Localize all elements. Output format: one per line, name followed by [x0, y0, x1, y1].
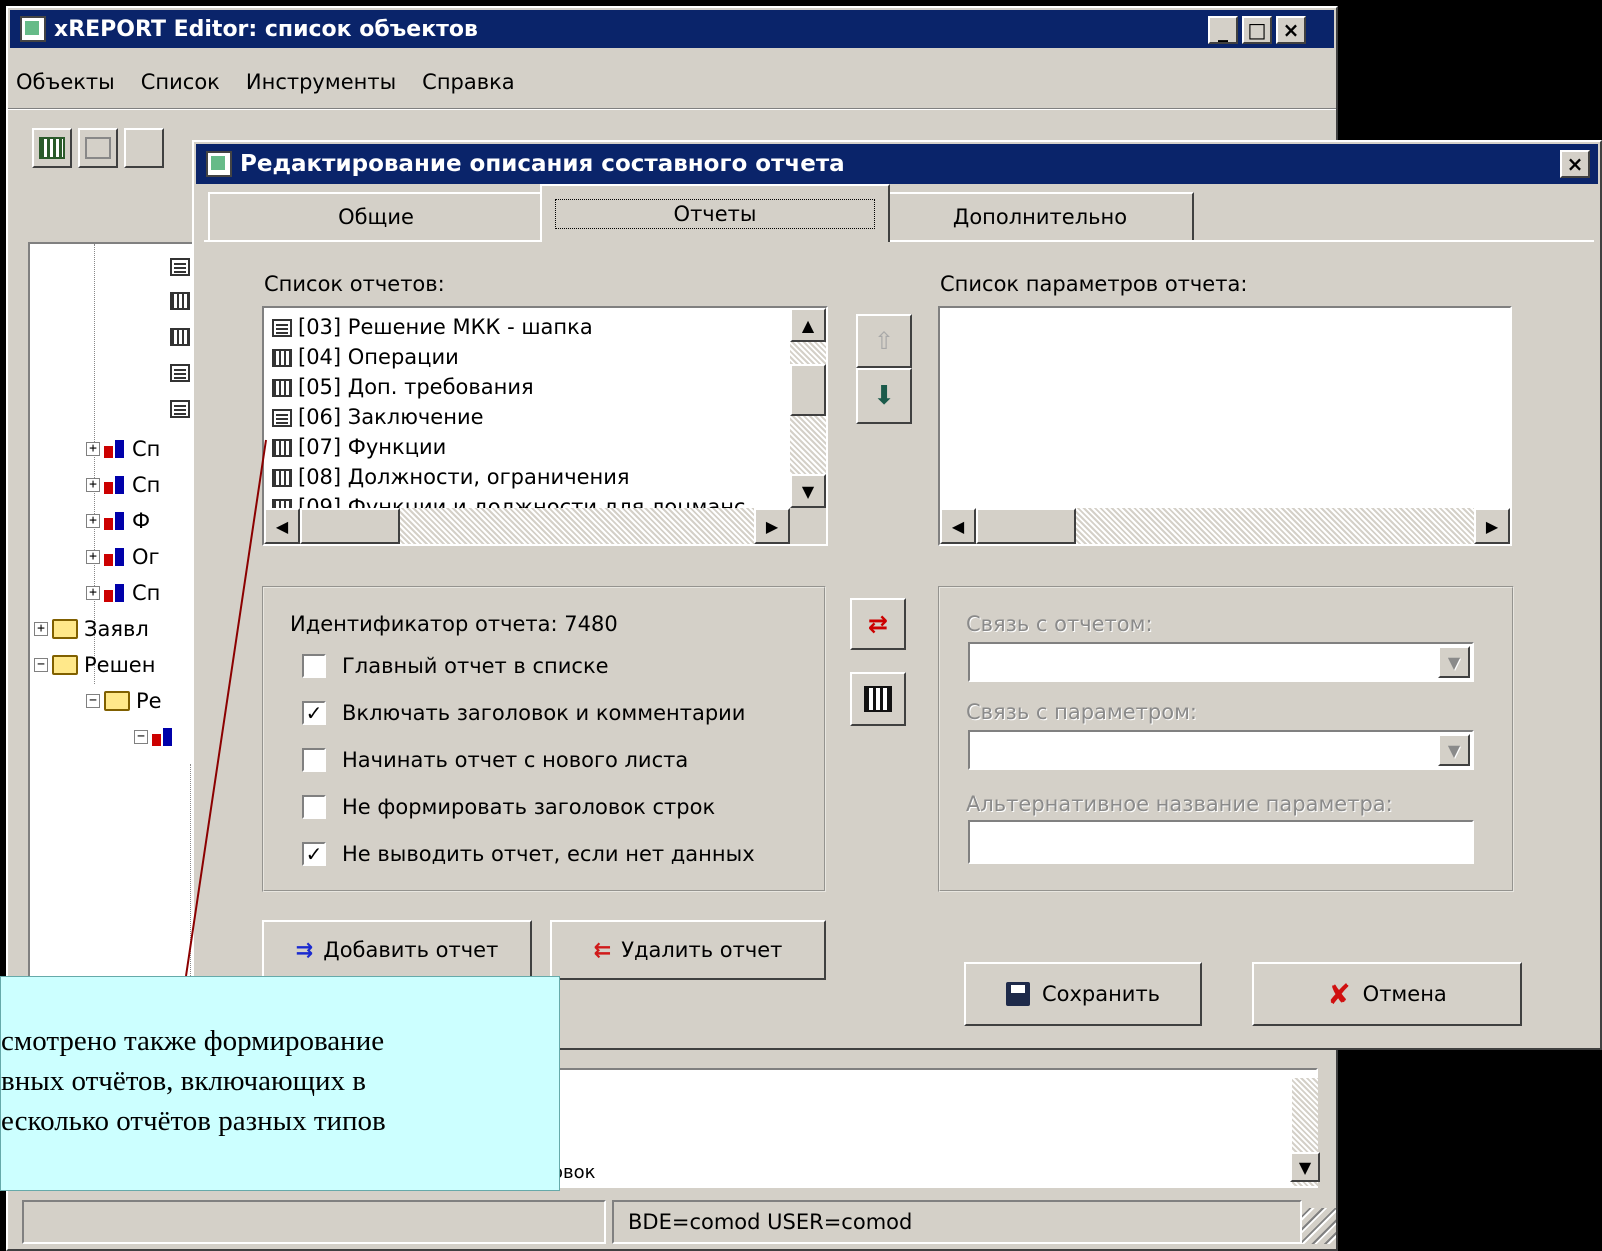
tab-reports[interactable]: Отчеты: [540, 184, 890, 242]
tab-reports-label: Отчеты: [554, 199, 876, 229]
callout-line: вных отчётов, включающих в: [1, 1065, 366, 1097]
callout-line: смотрено также формирование: [1, 1025, 385, 1057]
callout-pointer-line: [185, 439, 267, 977]
callout-box: смотрено также формирование вных отчётов…: [0, 976, 560, 1191]
callout-line: есколько отчётов разных типов: [1, 1105, 386, 1137]
